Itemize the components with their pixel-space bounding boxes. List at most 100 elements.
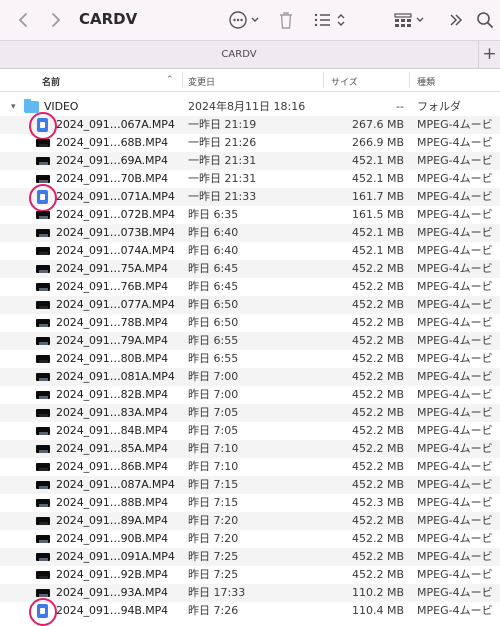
video-thumbnail-icon <box>36 409 50 417</box>
file-kind: MPEG-4ムービ <box>417 514 493 527</box>
column-size-header[interactable]: サイズ <box>331 75 358 88</box>
search-icon <box>477 12 493 28</box>
file-size: 452.2 MB <box>351 406 404 419</box>
folder-icon <box>24 99 39 113</box>
file-row[interactable]: 2024_091…75A.MP4 昨日 6:45 452.2 MB MPEG-4ムービ <box>0 260 500 278</box>
file-date: 昨日 7:25 <box>188 550 239 563</box>
file-name: 2024_091…86B.MP4 <box>56 460 169 473</box>
back-icon <box>18 13 27 27</box>
file-row[interactable]: 2024_091…074A.MP4 昨日 6:40 452.1 MB MPEG-4ムー… <box>0 242 500 260</box>
folder-kind: フォルダ <box>417 100 461 113</box>
disclosure-triangle-icon[interactable]: ▾ <box>11 98 16 116</box>
file-row[interactable]: 2024_091…79A.MP4 昨日 6:55 452.2 MB MPEG-4ムービ <box>0 332 500 350</box>
file-row[interactable]: 2024_091…82B.MP4 昨日 7:00 452.2 MB MPEG-4ムービ <box>0 386 500 404</box>
file-date: 昨日 6:45 <box>188 262 239 275</box>
file-row[interactable]: 2024_091…067A.MP4 一昨日 21:19 267.6 MB MPEG-4… <box>0 112 500 140</box>
file-row[interactable]: 2024_091…69A.MP4 一昨日 21:31 452.1 MB MPEG-4ム… <box>0 152 500 170</box>
file-date: 昨日 7:05 <box>188 406 239 419</box>
file-kind: MPEG-4ムービ <box>417 244 493 257</box>
tab-cardv[interactable]: CARDV <box>0 49 478 60</box>
file-date: 昨日 7:20 <box>188 532 239 545</box>
file-kind: MPEG-4ムービ <box>417 262 493 275</box>
file-row[interactable]: 2024_091…70B.MP4 一昨日 21:31 452.1 MB MPEG-4ム… <box>0 170 500 188</box>
file-row[interactable]: 2024_091…80B.MP4 昨日 6:55 452.2 MB MPEG-4ムービ <box>0 350 500 368</box>
group-icon <box>394 13 424 27</box>
column-divider[interactable] <box>409 72 410 88</box>
file-size: 110.4 MB <box>351 604 404 617</box>
file-size: 452.3 MB <box>351 496 404 509</box>
back-button[interactable] <box>17 9 29 31</box>
video-thumbnail-icon <box>36 571 50 579</box>
file-row[interactable]: 2024_091…081A.MP4 昨日 7:00 452.2 MB MPEG-4ムー… <box>0 368 500 386</box>
overflow-button[interactable] <box>448 9 464 31</box>
search-button[interactable] <box>476 9 494 31</box>
file-size: 452.1 MB <box>351 172 404 185</box>
video-thumbnail-icon <box>36 427 50 435</box>
file-date: 昨日 6:40 <box>188 244 239 257</box>
file-row[interactable]: 2024_091…88B.MP4 昨日 7:15 452.3 MB MPEG-4ムービ <box>0 494 500 512</box>
file-date: 昨日 6:40 <box>188 226 239 239</box>
video-thumbnail-icon <box>36 499 50 507</box>
file-row[interactable]: 2024_091…84B.MP4 昨日 7:05 452.2 MB MPEG-4ムービ <box>0 422 500 440</box>
file-size: 452.2 MB <box>351 442 404 455</box>
file-name: 2024_091…087A.MP4 <box>56 478 175 491</box>
file-row[interactable]: 2024_091…78B.MP4 昨日 6:50 452.2 MB MPEG-4ムービ <box>0 314 500 332</box>
column-date-header[interactable]: 変更日 <box>188 75 215 88</box>
file-row[interactable]: 2024_091…072B.MP4 昨日 6:35 161.5 MB MPEG-4ムー… <box>0 206 500 224</box>
file-kind: MPEG-4ムービ <box>417 208 493 221</box>
file-row[interactable]: 2024_091…94B.MP4 昨日 7:26 110.4 MB MPEG-4ムービ <box>0 598 500 626</box>
column-divider[interactable] <box>182 72 183 88</box>
file-name: 2024_091…84B.MP4 <box>56 424 169 437</box>
file-size: 452.2 MB <box>351 514 404 527</box>
new-tab-button[interactable]: + <box>478 41 500 69</box>
file-date: 昨日 7:15 <box>188 496 239 509</box>
file-size: 452.2 MB <box>351 568 404 581</box>
forward-button[interactable] <box>50 9 62 31</box>
folder-row[interactable]: ▾ VIDEO 2024年8月11日 18:16 -- フォルダ <box>0 98 500 116</box>
file-row[interactable]: 2024_091…091A.MP4 昨日 7:25 452.2 MB MPEG-4ムー… <box>0 548 500 566</box>
sort-indicator-icon: ⌃ <box>166 75 174 85</box>
file-row[interactable]: 2024_091…68B.MP4 一昨日 21:26 266.9 MB MPEG-4ム… <box>0 134 500 152</box>
video-thumbnail-icon <box>36 283 50 291</box>
file-row[interactable]: 2024_091…89A.MP4 昨日 7:20 452.2 MB MPEG-4ムービ <box>0 512 500 530</box>
scrollbar[interactable] <box>493 98 499 613</box>
file-size: 161.5 MB <box>351 208 404 221</box>
file-row[interactable]: 2024_091…83A.MP4 昨日 7:05 452.2 MB MPEG-4ムービ <box>0 404 500 422</box>
file-kind: MPEG-4ムービ <box>417 442 493 455</box>
file-kind: MPEG-4ムービ <box>417 172 493 185</box>
file-name: 2024_091…92B.MP4 <box>56 568 169 581</box>
file-size: 452.1 MB <box>351 154 404 167</box>
file-date: 一昨日 21:31 <box>188 172 257 185</box>
file-row[interactable]: 2024_091…86B.MP4 昨日 7:10 452.2 MB MPEG-4ムービ <box>0 458 500 476</box>
file-name: 2024_091…081A.MP4 <box>56 370 175 383</box>
file-name: 2024_091…69A.MP4 <box>56 154 168 167</box>
more-icon <box>229 11 259 29</box>
file-row[interactable]: 2024_091…90B.MP4 昨日 7:20 452.2 MB MPEG-4ムービ <box>0 530 500 548</box>
tab-bar: CARDV + <box>0 40 500 69</box>
file-date: 一昨日 21:26 <box>188 136 257 149</box>
column-name-header[interactable]: 名前 <box>42 75 60 88</box>
file-date: 昨日 7:00 <box>188 388 239 401</box>
file-size: 452.2 MB <box>351 550 404 563</box>
file-date: 昨日 7:26 <box>188 604 239 617</box>
file-row[interactable]: 2024_091…077A.MP4 昨日 6:50 452.2 MB MPEG-4ムー… <box>0 296 500 314</box>
file-row[interactable]: 2024_091…76B.MP4 昨日 6:45 452.2 MB MPEG-4ムービ <box>0 278 500 296</box>
file-row[interactable]: 2024_091…92B.MP4 昨日 7:25 452.2 MB MPEG-4ムービ <box>0 566 500 584</box>
file-row[interactable]: 2024_091…071A.MP4 一昨日 21:33 161.7 MB MPEG-4… <box>0 184 500 212</box>
file-row[interactable]: 2024_091…073B.MP4 昨日 6:40 452.1 MB MPEG-4ムー… <box>0 224 500 242</box>
more-actions-button[interactable] <box>228 9 262 31</box>
column-kind-header[interactable]: 種類 <box>417 75 435 88</box>
column-divider[interactable] <box>323 72 324 88</box>
file-date: 昨日 6:45 <box>188 280 239 293</box>
file-kind: MPEG-4ムービ <box>417 352 493 365</box>
file-kind: MPEG-4ムービ <box>417 532 493 545</box>
file-row[interactable]: 2024_091…93A.MP4 昨日 17:33 110.2 MB MPEG-4ムー… <box>0 584 500 602</box>
folder-size: -- <box>396 100 404 113</box>
file-name: 2024_091…70B.MP4 <box>56 172 169 185</box>
trash-button[interactable] <box>278 9 294 31</box>
view-options-button[interactable] <box>313 9 349 31</box>
file-row[interactable]: 2024_091…087A.MP4 昨日 7:15 452.2 MB MPEG-4ムー… <box>0 476 500 494</box>
file-row[interactable]: 2024_091…85A.MP4 昨日 7:10 452.2 MB MPEG-4ムービ <box>0 440 500 458</box>
file-kind: MPEG-4ムービ <box>417 550 493 563</box>
group-button[interactable] <box>393 9 429 31</box>
